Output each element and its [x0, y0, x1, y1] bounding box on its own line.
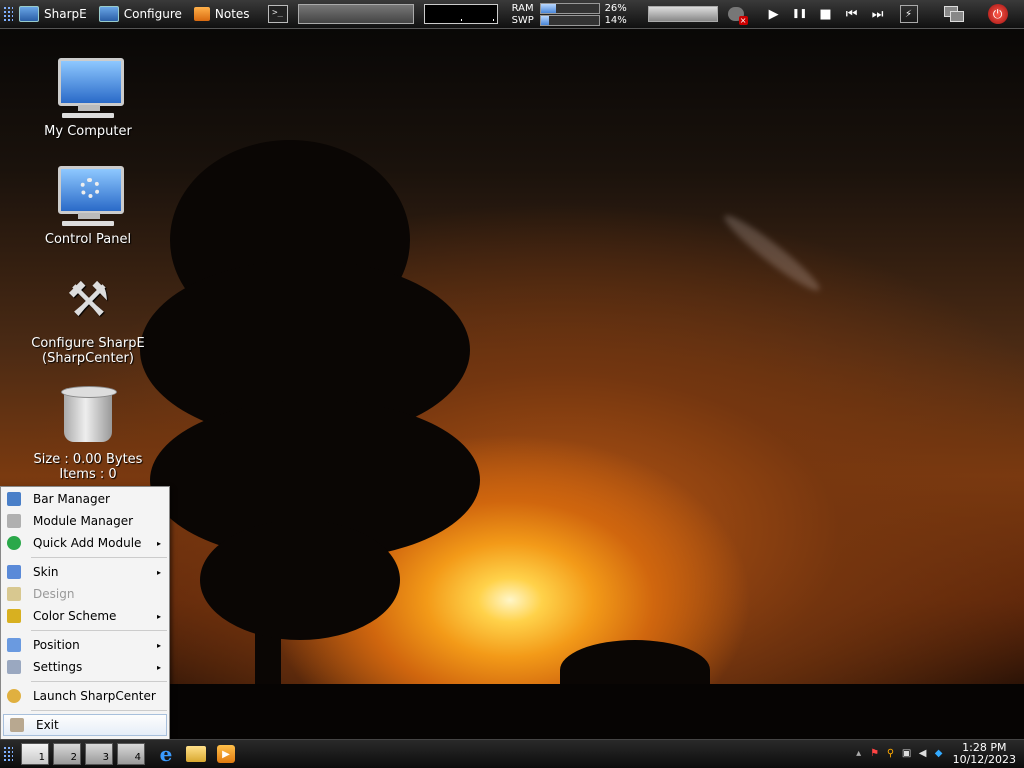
windows-list-icon[interactable] [943, 6, 964, 22]
play-button[interactable]: ▶ [766, 6, 782, 22]
desktop-icon-label: Size : 0.00 Bytes [33, 452, 143, 467]
workspace-1[interactable]: 1 [21, 743, 49, 765]
monitor-icon [98, 6, 119, 22]
submenu-arrow-icon: ▸ [156, 662, 161, 672]
menu-separator [31, 681, 167, 682]
position-icon [7, 638, 21, 652]
desktop-icon-label: Configure SharpE [31, 336, 145, 351]
submenu-arrow-icon: ▸ [156, 640, 161, 650]
desktop-icon-label: Items : 0 [59, 467, 117, 482]
volume-muted-icon[interactable]: ◀ [917, 748, 929, 760]
monitor-icon [19, 6, 39, 22]
clock-date: 10/12/2023 [952, 753, 1016, 766]
taskbar: 1 2 3 4 e ▶ ▴ ⚑ ⚲ ▣ ◀ ◆ 1:28 PM 10/12/20… [0, 739, 1024, 768]
menu-item-color-scheme[interactable]: Color Scheme ▸ [1, 605, 169, 627]
tools-icon: ⚒ [66, 272, 110, 328]
notes-button[interactable]: Notes [188, 0, 256, 28]
menu-separator [31, 630, 167, 631]
menu-item-quick-add-module[interactable]: Quick Add Module ▸ [1, 532, 169, 554]
network-icon[interactable]: ⚡ [899, 5, 918, 23]
system-tray: ▴ ⚑ ⚲ ▣ ◀ ◆ [853, 748, 945, 760]
menu-item-skin[interactable]: Skin ▸ [1, 561, 169, 583]
add-icon [7, 536, 21, 550]
previous-button[interactable]: ⏮ [844, 6, 860, 22]
network-icon[interactable]: ▣ [901, 748, 913, 760]
menu-item-launch-sharpcenter[interactable]: Launch SharpCenter [1, 685, 169, 707]
desktop-icon-label: Control Panel [44, 232, 132, 247]
design-icon [7, 587, 21, 601]
wrench-icon [7, 660, 21, 674]
next-button[interactable]: ⏭ [870, 6, 886, 22]
wallpaper-cloud [719, 208, 825, 298]
bar-grip-icon[interactable] [3, 6, 13, 22]
cpu-graph [423, 4, 498, 24]
recycle-bin-icon [56, 384, 120, 448]
media-player-launcher[interactable]: ▶ [215, 743, 237, 765]
ram-bar [539, 2, 600, 14]
brush-icon [7, 609, 21, 623]
desktop-icon-recycle-bin[interactable]: Size : 0.00 Bytes Items : 0 [28, 384, 148, 482]
media-player-icon: ▶ [217, 745, 235, 763]
menu-separator [31, 710, 167, 711]
module-icon [7, 514, 21, 528]
menu-item-design: Design [1, 583, 169, 605]
ram-value: 26% [604, 2, 627, 14]
folder-icon [186, 746, 206, 762]
computer-icon [56, 56, 124, 120]
menu-item-position[interactable]: Position ▸ [1, 634, 169, 656]
swp-value: 14% [604, 14, 627, 26]
top-bar: SharpE Configure Notes >_ RAM 26% SWP 14… [0, 0, 1024, 29]
command-input[interactable] [297, 4, 414, 24]
workspace-2[interactable]: 2 [53, 743, 81, 765]
configure-button[interactable]: Configure [93, 0, 188, 28]
ram-label: RAM [511, 2, 534, 14]
file-explorer-launcher[interactable] [185, 743, 207, 765]
desktop-icon-label: My Computer [44, 124, 132, 139]
bluetooth-icon[interactable]: ◆ [933, 748, 945, 760]
terminal-icon[interactable]: >_ [267, 5, 288, 23]
submenu-arrow-icon: ▸ [156, 567, 161, 577]
memory-monitor: RAM 26% SWP 14% [511, 2, 628, 26]
context-menu: Bar Manager Module Manager Quick Add Mod… [0, 486, 170, 742]
submenu-arrow-icon: ▸ [156, 611, 161, 621]
swp-label: SWP [511, 14, 534, 26]
desktop-icon-configure-sharpe[interactable]: ⚒ Configure SharpE (SharpCenter) [28, 268, 148, 366]
bar-grip-icon[interactable] [3, 746, 13, 762]
menu-item-exit[interactable]: Exit [3, 714, 167, 736]
notes-icon [193, 7, 210, 21]
swp-bar [539, 14, 600, 26]
webcam-off-icon[interactable] [727, 7, 748, 25]
menu-separator [31, 557, 167, 558]
gear-icon [7, 689, 21, 703]
desktop-icon-my-computer[interactable]: My Computer [28, 56, 148, 139]
menu-item-settings[interactable]: Settings ▸ [1, 656, 169, 678]
control-panel-icon [56, 164, 124, 228]
exit-icon [10, 718, 24, 732]
clock[interactable]: 1:28 PM 10/12/2023 [953, 742, 1016, 766]
workspace-3[interactable]: 3 [85, 743, 113, 765]
skin-icon [7, 565, 21, 579]
menu-item-module-manager[interactable]: Module Manager [1, 510, 169, 532]
submenu-arrow-icon: ▸ [156, 538, 161, 548]
volume-slider[interactable] [647, 6, 718, 22]
flag-icon[interactable]: ⚑ [869, 748, 881, 760]
wallpaper-tree-crown [200, 520, 400, 640]
pause-button[interactable]: ❚❚ [792, 6, 808, 22]
tray-expand-icon[interactable]: ▴ [853, 748, 865, 760]
sharpe-button[interactable]: SharpE [13, 0, 93, 28]
power-icon[interactable]: ⏻ [987, 4, 1008, 24]
stop-button[interactable]: ■ [818, 6, 834, 22]
bar-manager-icon [7, 492, 21, 506]
desktop-icon-control-panel[interactable]: Control Panel [28, 164, 148, 247]
workspace-4[interactable]: 4 [117, 743, 145, 765]
desktop-icon-label: (SharpCenter) [42, 351, 134, 366]
internet-explorer-launcher[interactable]: e [155, 742, 177, 766]
search-icon[interactable]: ⚲ [885, 748, 897, 760]
internet-explorer-icon: e [159, 742, 173, 766]
menu-item-bar-manager[interactable]: Bar Manager [1, 488, 169, 510]
